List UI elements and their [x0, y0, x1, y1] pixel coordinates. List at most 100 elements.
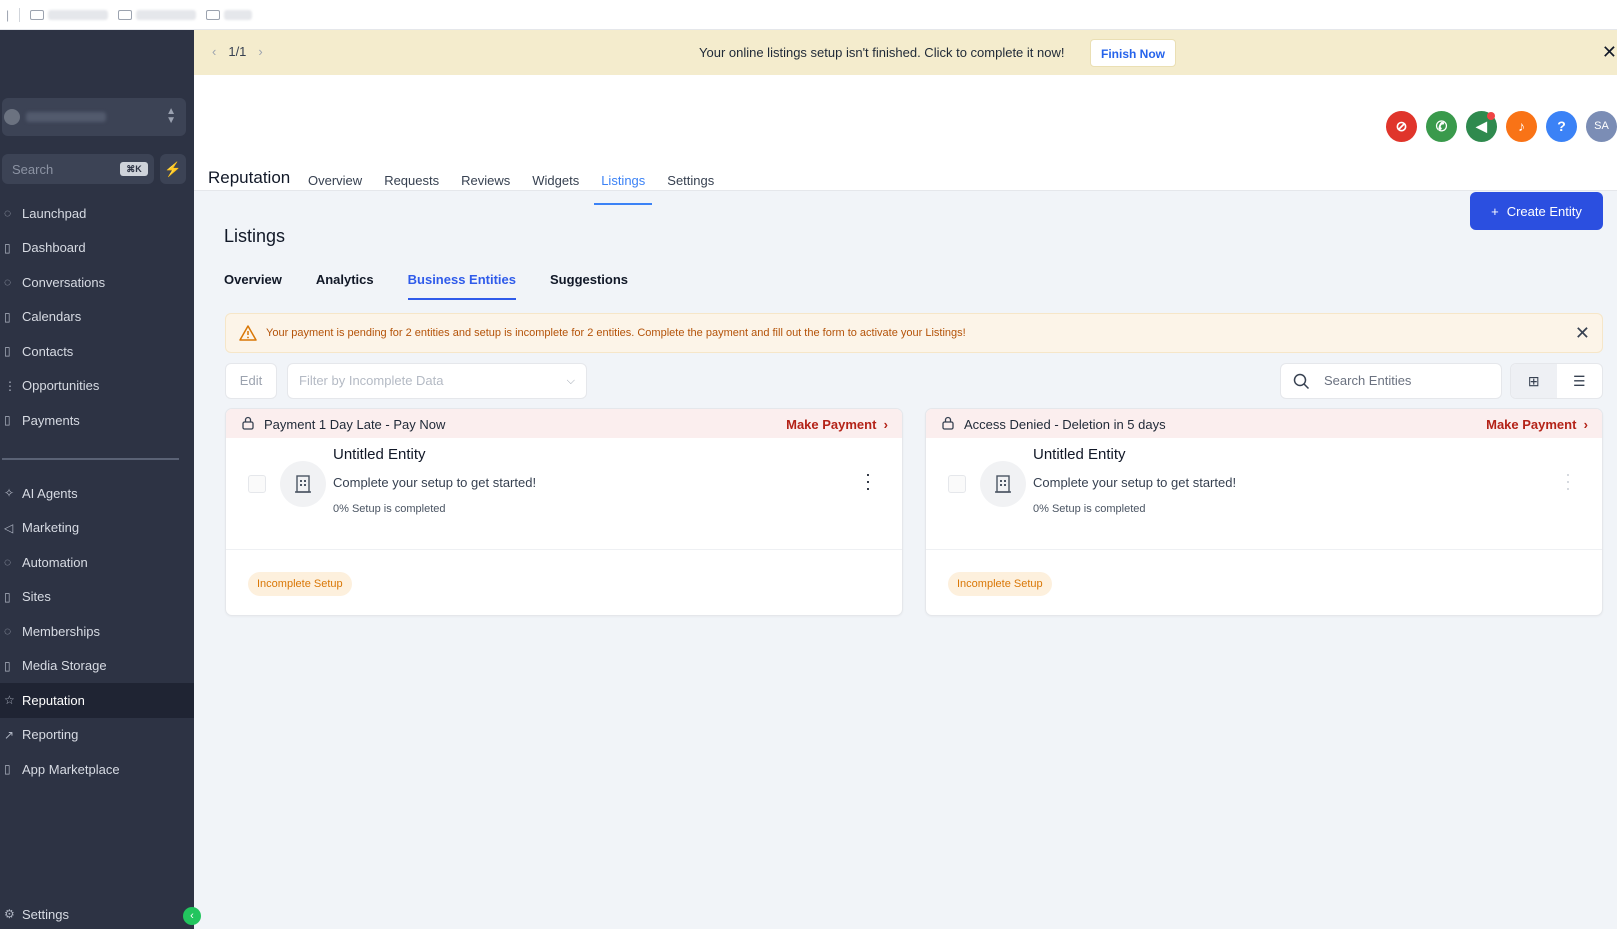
sidebar-item-label: Conversations — [22, 274, 106, 290]
folder-icon — [118, 9, 133, 20]
pager-count: 1/1 — [228, 44, 247, 59]
tab-listings[interactable]: Listings — [594, 173, 653, 205]
sidebar-item-conversations[interactable]: ◌ Conversations — [0, 265, 194, 300]
tab-widgets[interactable]: Widgets — [532, 173, 579, 203]
sidebar-item-ai-agents[interactable]: ✧ AI Agents — [0, 476, 194, 511]
sidebar-item-marketing[interactable]: ◁ Marketing — [0, 511, 194, 546]
subtab-overview[interactable]: Overview — [224, 272, 282, 300]
tab-requests[interactable]: Requests — [384, 173, 439, 203]
quick-action-bolt-icon[interactable]: ⚡ — [160, 154, 186, 184]
status-badge: Incomplete Setup — [948, 572, 1052, 596]
phone-icon[interactable]: ✆ — [1426, 111, 1457, 142]
more-options-icon[interactable]: · · · — [1565, 465, 1571, 497]
chevron-right-icon[interactable]: › — [258, 44, 262, 59]
dashboard-icon: ▯ — [4, 240, 11, 255]
subtab-suggestions[interactable]: Suggestions — [550, 272, 628, 300]
alert-icon[interactable]: ⊘ — [1386, 111, 1417, 142]
close-icon[interactable]: ✕ — [1575, 323, 1590, 344]
sidebar-item-sites[interactable]: ▯ Sites — [0, 580, 194, 615]
sidebar-item-settings[interactable]: ⚙ Settings — [0, 897, 194, 929]
sidebar-item-media-storage[interactable]: ▯ Media Storage — [0, 649, 194, 684]
entity-name[interactable]: Untitled Entity — [333, 446, 426, 463]
chevron-down-icon: ⌵ — [566, 375, 575, 387]
sidebar-item-payments[interactable]: ▯ Payments — [0, 403, 194, 438]
edit-button[interactable]: Edit — [225, 363, 277, 399]
blurred-label — [224, 9, 253, 20]
bookmark-divider — [19, 7, 21, 22]
make-payment-link[interactable]: Make Payment › — [1486, 417, 1588, 432]
bookmarks-bar: | — [0, 0, 1617, 30]
star-icon: ☆ — [4, 693, 15, 708]
account-switcher[interactable]: ▲ ▼ — [2, 98, 186, 136]
listings-title: Listings — [224, 226, 286, 246]
bookmark-menu[interactable]: | — [6, 8, 9, 22]
subtab-business-entities[interactable]: Business Entities — [407, 272, 517, 300]
chevron-left-icon[interactable]: ‹ — [212, 44, 216, 59]
banner-pager: ‹ 1/1 › — [212, 44, 263, 59]
funnel-icon: ⋮ — [4, 378, 16, 393]
entity-checkbox[interactable] — [248, 475, 266, 493]
reputation-tabs: Overview Requests Reviews Widgets Listin… — [308, 173, 736, 205]
list-view-icon[interactable]: ☰ — [1557, 364, 1603, 398]
make-payment-label: Make Payment — [1486, 417, 1577, 432]
sidebar-item-opportunities[interactable]: ⋮ Opportunities — [0, 369, 194, 404]
more-options-icon[interactable]: · · · — [865, 465, 871, 497]
finish-now-button[interactable]: Finish Now — [1090, 39, 1176, 67]
entity-card-footer: Incomplete Setup — [926, 549, 1602, 615]
membership-icon: ◌ — [4, 624, 12, 639]
tab-settings[interactable]: Settings — [667, 173, 714, 203]
blurred-label — [136, 9, 197, 20]
create-entity-label: Create Entity — [1506, 203, 1582, 219]
tab-reviews[interactable]: Reviews — [461, 173, 510, 203]
megaphone-icon: ◁ — [4, 520, 14, 535]
chart-icon: ↗ — [4, 727, 15, 742]
sidebar-item-app-marketplace[interactable]: ▯ App Marketplace — [0, 752, 194, 787]
sidebar-item-automation[interactable]: ◌ Automation — [0, 545, 194, 580]
sidebar-item-label: Sites — [22, 589, 51, 605]
sidebar-item-label: Opportunities — [22, 378, 100, 394]
close-icon[interactable]: ✕ — [1602, 42, 1617, 63]
user-avatar[interactable]: SA — [1586, 111, 1617, 142]
bookmark-folder-2[interactable] — [118, 9, 197, 20]
entity-card: Access Denied - Deletion in 5 days Make … — [925, 408, 1603, 616]
sidebar-search[interactable]: Search ⌘K — [2, 154, 154, 184]
entity-status-strip: Access Denied - Deletion in 5 days Make … — [926, 409, 1602, 438]
calendar-icon: ▯ — [4, 309, 11, 324]
subtab-analytics[interactable]: Analytics — [316, 272, 374, 300]
marketplace-icon: ▯ — [4, 762, 11, 777]
sparkle-icon: ✧ — [4, 486, 15, 501]
sidebar-item-dashboard[interactable]: ▯ Dashboard — [0, 231, 194, 266]
entity-name[interactable]: Untitled Entity — [1033, 446, 1126, 463]
bell-icon[interactable]: ♪ — [1506, 111, 1537, 142]
sidebar-item-calendars[interactable]: ▯ Calendars — [0, 300, 194, 335]
entity-card: Payment 1 Day Late - Pay Now Make Paymen… — [225, 408, 903, 616]
search-icon — [1293, 373, 1310, 390]
grid-view-icon[interactable]: ⊞ — [1511, 364, 1557, 398]
sidebar-item-label: Memberships — [22, 623, 101, 639]
sidebar-item-label: Automation — [22, 554, 88, 570]
entity-progress: 0% Setup is completed — [1033, 503, 1146, 515]
filter-placeholder: Filter by Incomplete Data — [299, 373, 444, 388]
rocket-icon: ◌ — [4, 206, 12, 221]
chat-icon: ◌ — [4, 275, 12, 290]
sidebar-item-contacts[interactable]: ▯ Contacts — [0, 334, 194, 369]
sidebar-item-reputation[interactable]: ☆ Reputation — [0, 683, 194, 718]
make-payment-link[interactable]: Make Payment › — [786, 417, 888, 432]
media-icon: ▯ — [4, 658, 11, 673]
entity-status-text: Access Denied - Deletion in 5 days — [964, 417, 1166, 432]
sidebar-item-launchpad[interactable]: ◌ Launchpad — [0, 196, 194, 231]
tab-overview[interactable]: Overview — [308, 173, 362, 203]
create-entity-button[interactable]: + Create Entity — [1470, 192, 1603, 230]
entity-checkbox[interactable] — [948, 475, 966, 493]
automation-icon: ◌ — [4, 555, 12, 570]
sidebar-item-label: Dashboard — [22, 240, 86, 256]
megaphone-icon[interactable]: ◀ — [1466, 111, 1497, 142]
help-icon[interactable]: ? — [1546, 111, 1577, 142]
sidebar-item-memberships[interactable]: ◌ Memberships — [0, 614, 194, 649]
incomplete-data-filter[interactable]: Filter by Incomplete Data ⌵ — [287, 363, 587, 399]
plus-icon: + — [1491, 203, 1499, 219]
search-entities-input[interactable]: Search Entities — [1280, 363, 1502, 399]
sidebar-item-reporting[interactable]: ↗ Reporting — [0, 718, 194, 753]
bookmark-folder-3[interactable] — [206, 9, 253, 20]
bookmark-folder-1[interactable] — [30, 9, 109, 20]
